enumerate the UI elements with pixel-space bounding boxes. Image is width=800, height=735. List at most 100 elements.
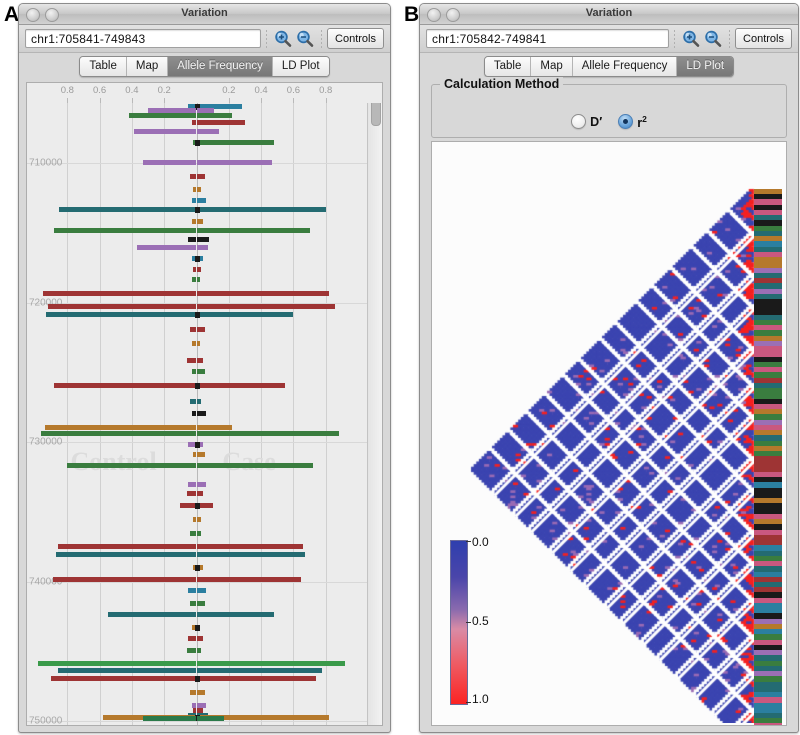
allele-bar-control[interactable] [51, 676, 197, 682]
allele-bar-case[interactable] [196, 690, 205, 696]
allele-bar-case[interactable] [196, 411, 207, 417]
allele-bar-case[interactable] [196, 160, 273, 166]
panel-b-titlebar[interactable]: Variation [420, 4, 798, 25]
radio-rsquared-icon[interactable] [618, 114, 634, 130]
allele-bar-case[interactable] [196, 383, 286, 389]
allele-bar-case[interactable] [196, 430, 339, 436]
snp-marker[interactable] [194, 503, 200, 510]
allele-bar-case[interactable] [196, 635, 203, 641]
allele-bar-case[interactable] [196, 197, 207, 203]
allele-bar-control[interactable] [143, 715, 197, 721]
allele-bar-control[interactable] [186, 358, 197, 364]
allele-bar-control[interactable] [55, 552, 197, 558]
snp-marker[interactable] [194, 624, 200, 631]
allele-bar-control[interactable] [186, 490, 197, 496]
allele-bar-control[interactable] [43, 291, 197, 297]
allele-bar-control[interactable] [188, 236, 197, 242]
zoom-out-magnifier-icon[interactable] [702, 28, 724, 50]
allele-bar-case[interactable] [196, 129, 220, 135]
vertical-scrollbar[interactable] [367, 83, 382, 725]
snp-marker[interactable] [194, 676, 200, 683]
allele-bar-case[interactable] [196, 667, 323, 673]
allele-bar-case[interactable] [196, 612, 275, 618]
allele-bar-case[interactable] [196, 552, 305, 558]
allele-bar-control[interactable] [188, 635, 197, 641]
allele-bar-control[interactable] [46, 312, 197, 318]
location-input[interactable]: chr1:705842-749841 [426, 29, 670, 48]
allele-bar-control[interactable] [44, 425, 197, 431]
allele-bar-case[interactable] [196, 119, 245, 125]
allele-bar-control[interactable] [57, 543, 197, 549]
allele-bar-case[interactable] [196, 577, 302, 583]
allele-bar-control[interactable] [67, 462, 197, 468]
allele-bar-case[interactable] [196, 312, 294, 318]
allele-bar-case[interactable] [196, 341, 200, 347]
allele-bar-case[interactable] [196, 462, 313, 468]
allele-bar-case[interactable] [196, 588, 207, 594]
allele-bar-case[interactable] [196, 398, 202, 404]
radio-option-rsquared[interactable]: r2 [618, 114, 647, 130]
allele-bar-case[interactable] [196, 218, 203, 224]
snp-marker[interactable] [194, 256, 200, 263]
allele-bar-case[interactable] [196, 236, 210, 242]
zoom-out-magnifier-icon[interactable] [294, 28, 316, 50]
allele-bar-control[interactable] [47, 303, 197, 309]
panel-a-titlebar[interactable]: Variation [19, 4, 390, 25]
allele-bar-control[interactable] [128, 113, 197, 119]
tab-table[interactable]: Table [484, 56, 532, 76]
location-input[interactable]: chr1:705841-749843 [25, 29, 262, 48]
controls-button[interactable]: Controls [735, 28, 792, 49]
allele-bar-case[interactable] [196, 228, 310, 234]
allele-bar-case[interactable] [196, 517, 202, 523]
tab-allele-frequency[interactable]: Allele Frequency [572, 56, 678, 76]
ld-matrix-canvas[interactable] [432, 142, 784, 723]
allele-bar-control[interactable] [136, 245, 197, 251]
allele-frequency-plot[interactable]: 0.8 0.6 0.4 0.2 0.2 0.4 0.6 0.8 710000 720000 7300… [27, 83, 382, 725]
allele-bar-case[interactable] [196, 425, 233, 431]
allele-bar-case[interactable] [196, 245, 208, 251]
snp-marker[interactable] [194, 441, 200, 448]
allele-bar-case[interactable] [196, 173, 205, 179]
allele-bar-case[interactable] [196, 186, 202, 192]
allele-bar-control[interactable] [54, 228, 197, 234]
snp-strip-cell[interactable] [754, 723, 782, 725]
allele-bar-case[interactable] [196, 648, 202, 654]
allele-bar-control[interactable] [148, 107, 197, 113]
zoom-in-magnifier-icon[interactable] [272, 28, 294, 50]
snp-marker[interactable] [194, 312, 200, 319]
allele-bar-case[interactable] [196, 277, 200, 283]
allele-bar-case[interactable] [196, 531, 202, 537]
tab-map[interactable]: Map [531, 56, 573, 76]
allele-bar-control[interactable] [186, 648, 197, 654]
snp-marker[interactable] [194, 383, 200, 390]
allele-bar-case[interactable] [196, 600, 205, 606]
snp-marker[interactable] [194, 564, 200, 571]
allele-bar-control[interactable] [54, 383, 197, 389]
allele-bar-case[interactable] [196, 660, 346, 666]
allele-bar-control[interactable] [188, 588, 197, 594]
allele-bar-case[interactable] [196, 291, 329, 297]
radio-dprime-icon[interactable] [571, 114, 587, 130]
allele-bar-case[interactable] [196, 543, 304, 549]
allele-bar-case[interactable] [196, 107, 215, 113]
allele-bar-case[interactable] [196, 327, 205, 333]
allele-bar-control[interactable] [188, 482, 197, 488]
radio-option-dprime[interactable]: D′ [571, 114, 602, 130]
tab-allele-frequency[interactable]: Allele Frequency [168, 56, 273, 76]
allele-bar-control[interactable] [107, 612, 197, 618]
controls-button[interactable]: Controls [327, 28, 384, 49]
tab-map[interactable]: Map [126, 56, 169, 76]
allele-bar-case[interactable] [196, 358, 203, 364]
allele-bar-control[interactable] [52, 577, 197, 583]
allele-bar-case[interactable] [196, 207, 326, 213]
ld-plot[interactable]: 0.00.51.0 [432, 142, 786, 725]
allele-bar-case[interactable] [196, 490, 203, 496]
allele-bar-control[interactable] [57, 667, 197, 673]
allele-bar-case[interactable] [196, 113, 233, 119]
allele-bar-control[interactable] [143, 160, 197, 166]
tab-ld-plot[interactable]: LD Plot [272, 56, 329, 76]
allele-bar-control[interactable] [133, 129, 197, 135]
allele-bar-control[interactable] [38, 660, 197, 666]
allele-bar-case[interactable] [196, 303, 336, 309]
tab-ld-plot[interactable]: LD Plot [677, 56, 734, 76]
